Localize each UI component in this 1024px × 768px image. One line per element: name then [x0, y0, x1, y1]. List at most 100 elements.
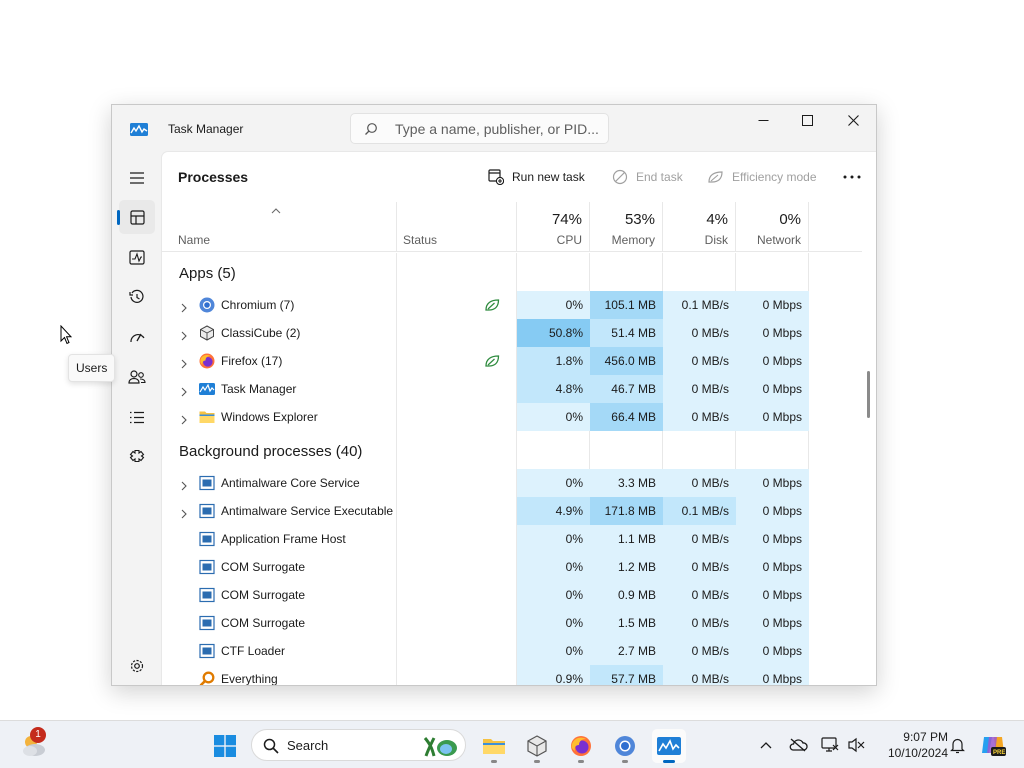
chevron-right-icon[interactable]	[180, 384, 188, 397]
memory-total-percent: 53%	[624, 211, 655, 228]
column-network-label: Network	[756, 233, 801, 247]
taskbar-search[interactable]: Search	[251, 729, 466, 761]
taskbar-file-explorer[interactable]	[477, 729, 511, 763]
process-row[interactable]: CTF Loader 0% 2.7 MB 0 MB/s 0 Mbps	[162, 637, 809, 665]
process-row[interactable]: Chromium (7) 0% 105.1 MB 0.1 MB/s 0 Mbps	[162, 291, 809, 319]
chevron-right-icon[interactable]	[180, 478, 188, 491]
chevron-right-icon[interactable]	[180, 328, 188, 341]
close-button[interactable]	[830, 105, 876, 135]
efficiency-mode-button[interactable]: Efficiency mode	[707, 167, 817, 187]
taskbar-clock[interactable]: 9:07 PM 10/10/2024	[868, 729, 948, 761]
process-name: Task Manager	[221, 382, 297, 396]
end-task-label: End task	[636, 170, 683, 184]
taskbar-classicube[interactable]	[520, 729, 554, 763]
file-explorer-icon	[483, 739, 505, 754]
disk-cell: 0 MB/s	[663, 581, 736, 609]
process-row[interactable]: COM Surrogate 0% 0.9 MB 0 MB/s 0 Mbps	[162, 581, 809, 609]
nav-startup-apps[interactable]	[119, 320, 155, 354]
show-hidden-icons-button[interactable]	[756, 733, 776, 757]
process-row[interactable]: Firefox (17) 1.8% 456.0 MB 0 MB/s 0 Mbps	[162, 347, 809, 375]
firefox-icon	[199, 353, 215, 369]
start-button[interactable]	[208, 729, 242, 763]
more-icon	[843, 175, 861, 179]
memory-cell: 51.4 MB	[590, 319, 663, 347]
cpu-cell: 0%	[517, 553, 590, 581]
nav-processes[interactable]	[117, 200, 155, 234]
chevron-right-icon[interactable]	[180, 300, 188, 313]
chevron-right-icon[interactable]	[180, 412, 188, 425]
service-icon	[199, 531, 215, 547]
efficiency-mode-leaf-icon	[484, 354, 500, 368]
maximize-button[interactable]	[784, 105, 830, 135]
sort-ascending-icon	[271, 208, 281, 214]
memory-cell: 1.1 MB	[590, 525, 663, 553]
nav-performance[interactable]	[119, 240, 155, 274]
chevron-right-icon[interactable]	[180, 356, 188, 369]
network-tray-button[interactable]	[818, 733, 842, 757]
process-row[interactable]: Antimalware Service Executable 4.9% 171.8 …	[162, 497, 809, 525]
taskbar: 1 Search 9:07 PM 10/10/2024 PRE	[0, 720, 1024, 768]
chromium-icon	[199, 297, 215, 313]
search-input[interactable]	[395, 120, 600, 138]
efficiency-mode-label: Efficiency mode	[732, 170, 817, 184]
group-header-row[interactable]: Background processes (40)	[162, 431, 809, 469]
end-task-button[interactable]: End task	[612, 167, 683, 187]
column-header-memory[interactable]: 53% Memory	[590, 202, 663, 252]
disk-cell: 0.1 MB/s	[663, 291, 736, 319]
column-header-cpu[interactable]: 74% CPU	[517, 202, 590, 252]
network-icon	[821, 737, 839, 752]
column-header-network[interactable]: 0% Network	[736, 202, 809, 252]
cpu-cell: 0.9%	[517, 665, 590, 685]
process-row[interactable]: COM Surrogate 0% 1.2 MB 0 MB/s 0 Mbps	[162, 553, 809, 581]
search-highlight-icon	[423, 737, 457, 757]
process-row[interactable]: Windows Explorer 0% 66.4 MB 0 MB/s 0 Mbps	[162, 403, 809, 431]
network-total-percent: 0%	[779, 211, 801, 228]
copilot-button[interactable]: PRE	[978, 733, 1008, 757]
nav-users[interactable]	[119, 360, 155, 394]
more-options-button[interactable]	[838, 168, 866, 186]
task-manager-icon	[199, 381, 215, 397]
chevron-right-icon[interactable]	[180, 506, 188, 519]
settings-icon	[130, 659, 144, 673]
users-icon	[128, 370, 146, 384]
column-header-name[interactable]: Name	[162, 202, 397, 252]
close-icon	[847, 114, 859, 126]
running-indicator	[622, 760, 628, 763]
disk-cell: 0 MB/s	[663, 347, 736, 375]
volume-tray-button[interactable]	[844, 733, 868, 757]
column-name-label: Name	[178, 233, 211, 247]
network-cell: 0 Mbps	[736, 291, 809, 319]
notifications-button[interactable]	[946, 733, 968, 757]
navigation-rail	[112, 151, 161, 685]
nav-settings[interactable]	[119, 649, 155, 683]
process-row[interactable]: Task Manager 4.8% 46.7 MB 0 MB/s 0 Mbps	[162, 375, 809, 403]
nav-services[interactable]	[119, 440, 155, 474]
column-header-status[interactable]: Status	[397, 202, 517, 252]
disk-cell: 0 MB/s	[663, 319, 736, 347]
column-header-disk[interactable]: 4% Disk	[663, 202, 736, 252]
column-cpu-label: CPU	[556, 233, 582, 247]
column-disk-label: Disk	[704, 233, 728, 247]
taskbar-task-manager[interactable]	[652, 729, 686, 763]
service-icon	[199, 615, 215, 631]
search-box[interactable]	[350, 113, 609, 144]
start-icon	[214, 735, 236, 757]
nav-details[interactable]	[119, 400, 155, 434]
process-row[interactable]: COM Surrogate 0% 1.5 MB 0 MB/s 0 Mbps	[162, 609, 809, 637]
taskbar-chromium[interactable]	[608, 729, 642, 763]
process-row[interactable]: Everything 0.9% 57.7 MB 0 MB/s 0 Mbps	[162, 665, 809, 685]
taskbar-firefox[interactable]	[564, 729, 598, 763]
process-row[interactable]: Application Frame Host 0% 1.1 MB 0 MB/s 0 Mb…	[162, 525, 809, 553]
onedrive-tray-button[interactable]	[786, 733, 810, 757]
process-row[interactable]: ClassiCube (2) 50.8% 51.4 MB 0 MB/s 0 Mbps	[162, 319, 809, 347]
process-name: Chromium (7)	[221, 298, 295, 312]
group-header-row[interactable]: Apps (5)	[162, 253, 809, 291]
process-row[interactable]: Antimalware Core Service 0% 3.3 MB 0 MB/s 0 …	[162, 469, 809, 497]
process-name: Windows Explorer	[221, 410, 318, 424]
nav-menu-button[interactable]	[119, 161, 155, 195]
vertical-scrollbar[interactable]	[867, 371, 870, 418]
nav-app-history[interactable]	[119, 280, 155, 314]
run-new-task-button[interactable]: Run new task	[488, 167, 585, 187]
cpu-cell: 0%	[517, 525, 590, 553]
minimize-button[interactable]	[740, 105, 786, 135]
